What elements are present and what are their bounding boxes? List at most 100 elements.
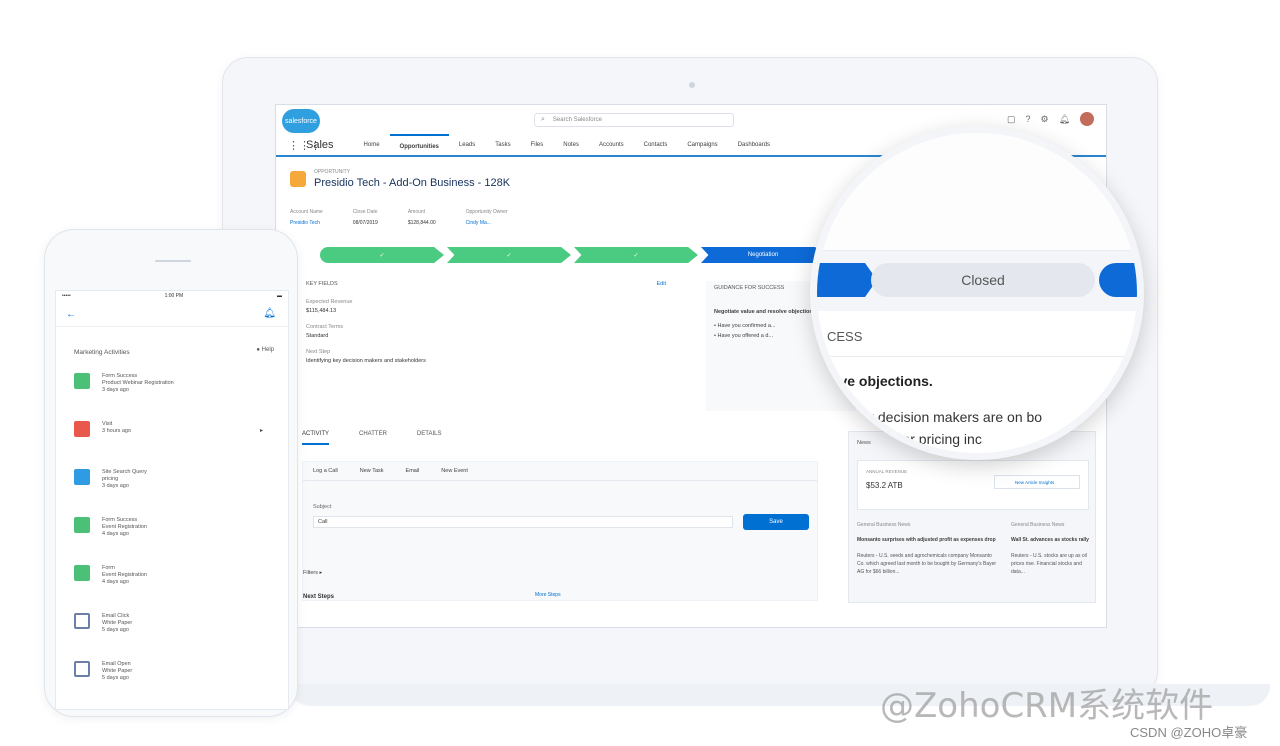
nav-item-dashboards[interactable]: Dashboards — [728, 134, 780, 156]
nav-item-files[interactable]: Files — [521, 134, 554, 156]
news-columns: General Business News Monsanto surprises… — [857, 522, 1091, 576]
key-field-item: Contract Terms Standard — [306, 324, 686, 339]
key-field-value: Standard — [306, 333, 329, 339]
search-query-icon — [74, 469, 90, 485]
app-name: Sales — [306, 139, 334, 151]
key-fields-header: KEY FIELDS Edit — [306, 281, 666, 287]
news-category: General Business News — [1011, 522, 1065, 528]
key-fields-title: KEY FIELDS — [306, 281, 338, 287]
nav-item-accounts[interactable]: Accounts — [589, 134, 634, 156]
help-link[interactable]: ● Help — [256, 347, 274, 353]
nav-item-campaigns[interactable]: Campaigns — [677, 134, 727, 156]
more-steps-button[interactable]: More Steps — [535, 592, 561, 598]
magnifier-callout: Closed CESS olve objections. y decision … — [810, 126, 1144, 460]
app-launcher-icon[interactable]: ⋮⋮⋮ — [288, 139, 321, 152]
highlight-fields: Account Name Presidio Tech Close Date 08… — [290, 209, 508, 226]
subject-field[interactable]: Call — [313, 516, 733, 528]
save-button[interactable]: Save — [743, 514, 809, 530]
list-item-text: Email Click White Paper 5 days ago — [102, 613, 133, 633]
magnifier-guidance-subtitle: olve objections. — [827, 373, 933, 389]
edit-link[interactable]: Edit — [657, 281, 666, 287]
tab-activity[interactable]: ACTIVITY — [302, 431, 330, 445]
search-placeholder: Search Salesforce — [552, 117, 602, 123]
field-label: Opportunity Owner — [465, 209, 508, 215]
nav-item-notes[interactable]: Notes — [553, 134, 589, 156]
notification-bell-icon[interactable]: 🔔︎ — [1059, 114, 1070, 125]
key-field-value: Identifying key decision makers and stak… — [306, 358, 426, 364]
gear-icon[interactable]: ⚙ — [1040, 114, 1048, 125]
magnifier-guidance-text: y decision makers are on bo — [867, 409, 1043, 425]
field-account-name: Account Name Presidio Tech — [290, 209, 323, 226]
path-step-current[interactable]: Negotiation — [701, 247, 825, 263]
record-type: OPPORTUNITY — [314, 169, 351, 175]
subtab-new-task[interactable]: New Task — [360, 468, 384, 474]
subtab-log-a-call[interactable]: Log a Call — [313, 468, 338, 474]
filters-toggle[interactable]: Filters ▸ — [303, 570, 322, 576]
bell-icon[interactable]: 🔔︎ — [263, 308, 276, 319]
field-label: Account Name — [290, 209, 323, 215]
key-field-label: Contract Terms — [306, 324, 344, 330]
nav-item-opportunities[interactable]: Opportunities — [389, 134, 449, 156]
subtab-new-event[interactable]: New Event — [441, 468, 468, 474]
nav-item-tasks[interactable]: Tasks — [485, 134, 520, 156]
magnifier-top — [817, 133, 1137, 251]
field-value-link[interactable]: Cindy Ma... — [466, 220, 508, 226]
list-item-text: Email Open White Paper 5 days ago — [102, 661, 133, 681]
opportunity-icon — [290, 171, 306, 187]
article-insights-button[interactable]: New Article Insights — [994, 475, 1080, 489]
account-insight: ANNUAL REVENUE $53.2 ATB New Article Ins… — [857, 460, 1089, 510]
key-field-item: Expected Revenue $115,484.13 — [306, 299, 686, 314]
path-step-current-zoom — [817, 263, 877, 297]
back-arrow-icon[interactable]: ← — [66, 309, 76, 320]
list-item-text: Site Search Query pricing 3 days ago — [102, 469, 147, 489]
record-title: Presidio Tech - Add-On Business - 128K — [314, 177, 511, 189]
subject-label: Subject — [313, 504, 332, 510]
field-amount: Amount $128,844.00 — [408, 209, 436, 226]
favorites-icon[interactable]: ▢ — [1007, 114, 1016, 125]
list-item-text: Visit 3 hours ago — [102, 421, 132, 434]
phone-frame: ••••• 1:00 PM ▬ ← 🔔︎ Marketing Activitie… — [44, 229, 298, 717]
magnifier-guidance-text: other pricing inc — [883, 431, 982, 447]
news-headline[interactable]: Wall St. advances as stocks rally — [1011, 536, 1091, 544]
form-icon — [74, 517, 90, 533]
help-icon[interactable]: ? — [1025, 114, 1030, 124]
next-steps-heading: Next Steps — [303, 594, 335, 600]
salesforce-logo[interactable]: salesforce — [282, 109, 320, 133]
search-input[interactable]: ⌕ Search Salesforce — [534, 113, 734, 127]
news-article[interactable]: General Business News Monsanto surprises… — [857, 522, 997, 576]
news-article[interactable]: General Business News Wall St. advances … — [1011, 522, 1091, 576]
document-icon — [74, 613, 90, 629]
avatar[interactable] — [1080, 112, 1094, 126]
key-field-value: $115,484.13 — [306, 308, 337, 314]
nav-item-home[interactable]: Home — [354, 134, 390, 156]
watermark-csdn: CSDN @ZOHO卓豪 — [1130, 725, 1248, 740]
news-category: General Business News — [857, 522, 911, 528]
key-fields-panel: KEY FIELDS Edit Expected Revenue $115,48… — [306, 281, 686, 374]
tab-chatter[interactable]: CHATTER — [359, 431, 387, 445]
form-icon — [74, 565, 90, 581]
subtab-email[interactable]: Email — [406, 468, 420, 474]
header-icons: ▢ ? ⚙ 🔔︎ — [1007, 112, 1094, 126]
news-body: Reuters - U.S. stocks are up as oil pric… — [1011, 553, 1087, 575]
nav-item-leads[interactable]: Leads — [449, 134, 485, 156]
key-field-label: Next Step — [306, 349, 331, 355]
magnifier-guidance-title: CESS — [817, 317, 1137, 357]
path-step-complete[interactable]: ✓ — [320, 247, 444, 263]
activity-subtabs: Log a Call New Task Email New Event — [303, 462, 817, 481]
news-body: Reuters - U.S. seeds and agrochemicals c… — [857, 553, 997, 575]
phone-screen: ••••• 1:00 PM ▬ ← 🔔︎ Marketing Activitie… — [55, 290, 289, 710]
path-step-closed[interactable]: Closed — [871, 263, 1095, 297]
field-value: 08/07/2019 — [352, 220, 378, 226]
phone-speaker — [155, 260, 191, 262]
news-headline[interactable]: Monsanto surprises with adjusted profit … — [857, 536, 997, 544]
tab-details[interactable]: DETAILS — [417, 431, 442, 445]
field-value-link[interactable]: Presidio Tech — [290, 220, 323, 226]
path-step-complete[interactable]: ✓ — [574, 247, 698, 263]
mark-status-button-zoom — [1099, 263, 1137, 297]
field-label: Amount — [407, 209, 426, 215]
chevron-right-icon: ▸ — [260, 428, 264, 434]
path-step-complete[interactable]: ✓ — [447, 247, 571, 263]
nav-item-contacts[interactable]: Contacts — [634, 134, 678, 156]
visit-icon — [74, 421, 90, 437]
activity-composer: Log a Call New Task Email New Event Subj… — [302, 461, 818, 601]
